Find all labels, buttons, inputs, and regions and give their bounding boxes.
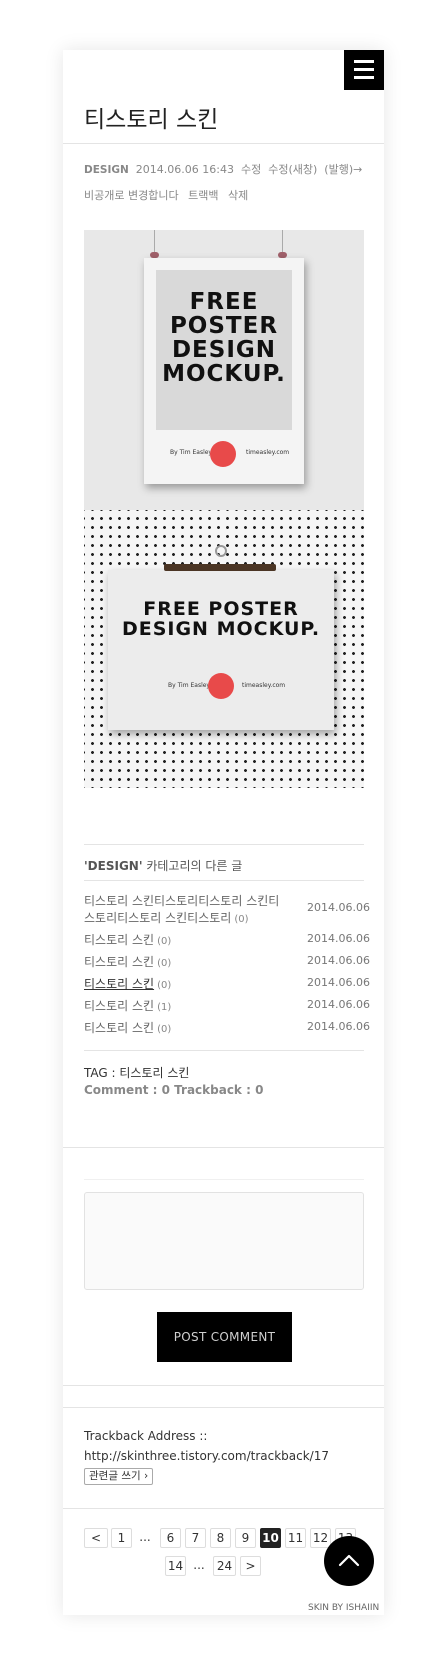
edit-link[interactable]: 수정 bbox=[241, 163, 261, 176]
pagination-page[interactable]: 14 bbox=[165, 1556, 186, 1576]
tag-link[interactable]: 티스토리 스킨 bbox=[119, 1066, 189, 1080]
menu-button[interactable] bbox=[344, 50, 384, 90]
related-post-item[interactable]: 티스토리 스킨 (0) bbox=[84, 954, 284, 972]
trackback-url: http://skinthree.tistory.com/trackback/1… bbox=[84, 1449, 329, 1463]
pagination-page[interactable]: 6 bbox=[160, 1528, 181, 1548]
pagination-page[interactable]: 8 bbox=[210, 1528, 231, 1548]
skin-credit: SKIN BY ISHAIIN bbox=[308, 1603, 380, 1613]
related-post-date: 2014.06.06 bbox=[307, 901, 370, 914]
poster-byline: By Tim Easley bbox=[170, 449, 212, 456]
pagination-page[interactable]: 7 bbox=[185, 1528, 206, 1548]
pagination-page[interactable]: 11 bbox=[285, 1528, 306, 1548]
pagination-prev[interactable]: < bbox=[84, 1528, 108, 1548]
poster-byline: By Tim Easley bbox=[168, 682, 210, 689]
related-post-date: 2014.06.06 bbox=[307, 954, 370, 967]
chevron-up-icon bbox=[338, 1554, 360, 1567]
related-posts-heading: 'DESIGN' 카테고리의 다른 글 bbox=[84, 859, 243, 873]
make-private-link[interactable]: 비공개로 변경합니다 bbox=[84, 189, 179, 202]
related-post-date: 2014.06.06 bbox=[307, 1020, 370, 1033]
related-post-item[interactable]: 티스토리 스킨 (1) bbox=[84, 998, 284, 1016]
logo-badge bbox=[208, 673, 234, 699]
publish-link[interactable]: (발행) bbox=[324, 163, 353, 176]
poster-headline: FREE POSTER DESIGN MOCKUP. bbox=[162, 289, 286, 388]
pagination-page[interactable]: 1 bbox=[111, 1528, 132, 1548]
hamburger-icon bbox=[354, 60, 374, 63]
related-post-date: 2014.06.06 bbox=[307, 932, 370, 945]
comment-trackback-count: Comment : 0 Trackback : 0 bbox=[84, 1083, 264, 1097]
post-meta: DESIGN 2014.06.06 16:43 수정 수정(새창) (발행)→ bbox=[84, 161, 362, 177]
scroll-to-top-button[interactable] bbox=[324, 1536, 374, 1586]
hanger-bar bbox=[164, 564, 276, 571]
write-related-post-button[interactable]: 관련글 쓰기 › bbox=[84, 1468, 154, 1485]
related-post-date: 2014.06.06 bbox=[307, 976, 370, 989]
related-post-date: 2014.06.06 bbox=[307, 998, 370, 1011]
pagination-next[interactable]: > bbox=[240, 1556, 261, 1576]
related-post-item[interactable]: 티스토리 스킨 (0) bbox=[84, 1020, 284, 1038]
logo-badge bbox=[210, 441, 236, 467]
comment-textarea[interactable] bbox=[84, 1192, 364, 1290]
hook-icon bbox=[215, 545, 227, 557]
pagination-page-current[interactable]: 10 bbox=[260, 1528, 281, 1548]
delete-link[interactable]: 삭제 bbox=[228, 189, 248, 202]
divider bbox=[63, 143, 384, 144]
post-category[interactable]: DESIGN bbox=[84, 164, 129, 176]
poster-site: timeasley.com bbox=[242, 682, 286, 689]
poster: FREE POSTER DESIGN MOCKUP. By Tim Easley… bbox=[144, 258, 304, 484]
pagination-page[interactable]: 9 bbox=[235, 1528, 256, 1548]
pagination-ellipsis: ... bbox=[193, 1558, 205, 1572]
poster: FREE POSTER DESIGN MOCKUP. By Tim Easley… bbox=[108, 564, 334, 730]
post-image-1: FREE POSTER DESIGN MOCKUP. By Tim Easley… bbox=[84, 230, 364, 510]
edit-new-window-link[interactable]: 수정(새창) bbox=[268, 163, 317, 176]
arrow-icon: → bbox=[353, 163, 363, 176]
post-datetime: 2014.06.06 16:43 bbox=[135, 163, 234, 176]
pagination-ellipsis: ... bbox=[139, 1530, 151, 1544]
related-post-item[interactable]: 티스토리 스킨티스토리티스토리 스킨티스토리티스토리 스킨티스토리 (0) bbox=[84, 893, 284, 928]
post-image-2: FREE POSTER DESIGN MOCKUP. By Tim Easley… bbox=[84, 510, 364, 788]
related-post-item[interactable]: 티스토리 스킨 (0) bbox=[84, 932, 284, 950]
poster-headline: FREE POSTER DESIGN MOCKUP. bbox=[121, 598, 321, 640]
trackback-link[interactable]: 트랙백 bbox=[188, 189, 218, 202]
related-post-item-current[interactable]: 티스토리 스킨 (0) bbox=[84, 976, 284, 994]
poster-site: timeasley.com bbox=[246, 449, 290, 456]
post-admin-links: 비공개로 변경합니다 트랙백 삭제 bbox=[84, 187, 254, 203]
post-title: 티스토리 스킨 bbox=[84, 107, 219, 133]
post-comment-button[interactable]: POST COMMENT bbox=[157, 1312, 292, 1362]
trackback-address-label: Trackback Address :: bbox=[84, 1429, 208, 1443]
tag-line: TAG : 티스토리 스킨 bbox=[84, 1066, 190, 1080]
pagination-page[interactable]: 24 bbox=[213, 1556, 236, 1576]
